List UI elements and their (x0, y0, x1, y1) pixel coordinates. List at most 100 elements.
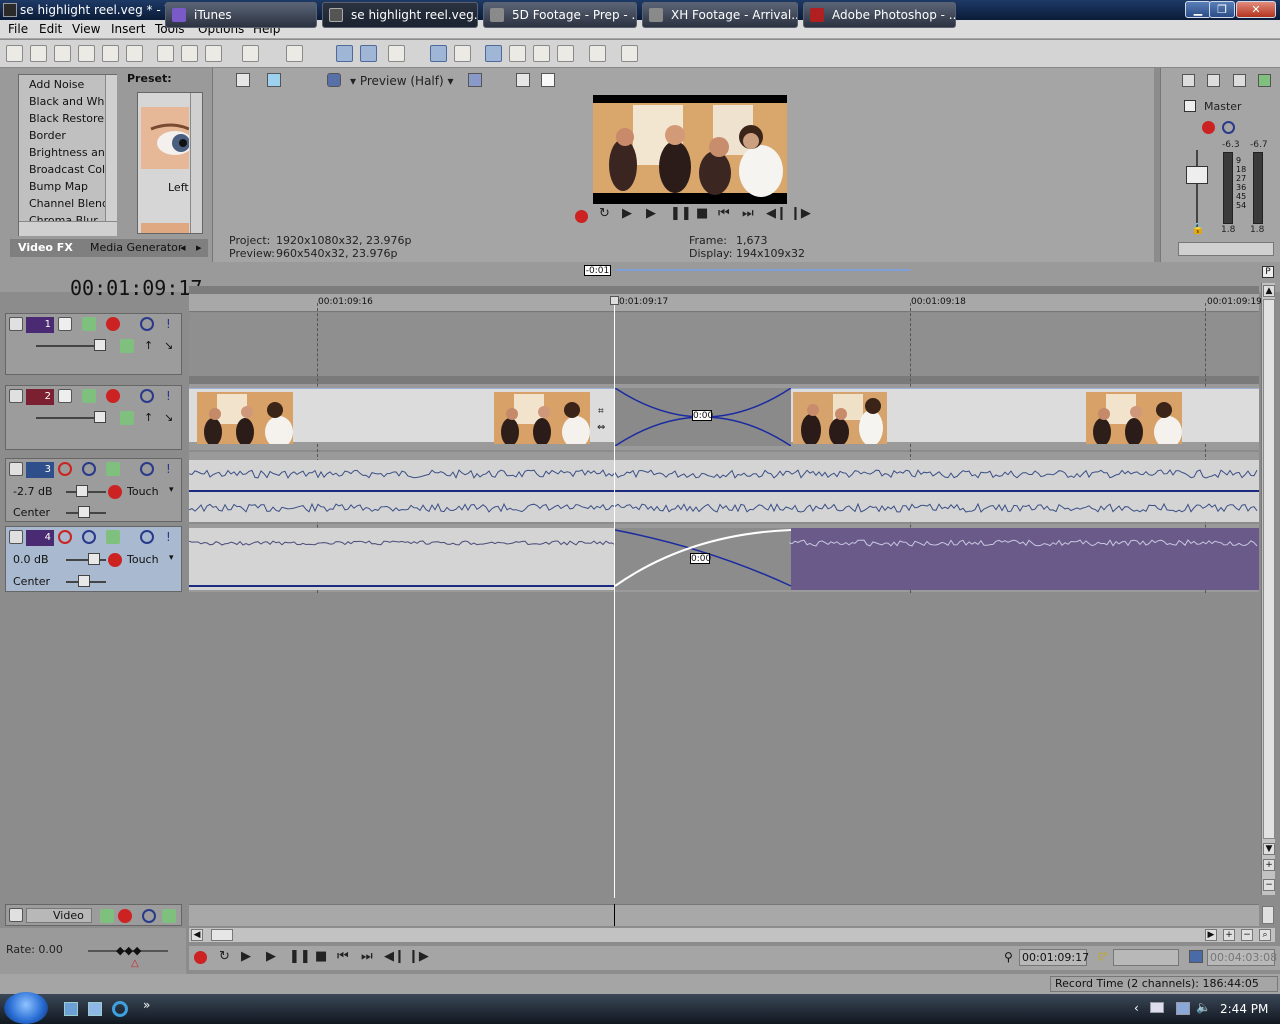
clock[interactable]: 2:44 PM (1220, 1002, 1268, 1016)
go-to-end-icon[interactable]: ⏭ (361, 949, 373, 964)
quick-launch-overflow-icon[interactable]: » (143, 998, 150, 1012)
fx-item[interactable]: Border (29, 129, 111, 142)
master-fader[interactable] (1186, 166, 1208, 184)
play-from-start-icon[interactable]: ▶ (241, 949, 251, 964)
dim-output-icon[interactable] (1233, 74, 1246, 87)
automation-mode[interactable]: Touch (127, 553, 159, 566)
fx-item[interactable]: Bump Map (29, 180, 111, 193)
make-compositing-parent-icon[interactable]: ↑ (144, 339, 158, 353)
tab-video-fx[interactable]: Video FX (18, 241, 73, 254)
scroll-left-icon[interactable]: ◀ (191, 929, 203, 941)
tab-media-generators[interactable]: Media Generators (90, 241, 182, 254)
track-fx-icon[interactable] (106, 530, 120, 544)
bus-mute-icon[interactable] (142, 909, 156, 923)
automation-dropdown-icon[interactable]: ▾ (169, 485, 174, 495)
volume-slider[interactable] (76, 485, 88, 497)
auto-ripple-icon[interactable] (336, 45, 353, 62)
save-as-icon[interactable] (78, 45, 95, 62)
go-to-start-icon[interactable]: ⏮ (337, 949, 349, 964)
close-button[interactable]: ✕ (1236, 1, 1276, 18)
menu-insert[interactable]: Insert (111, 22, 145, 36)
track-header-1[interactable]: 1 ! ↑ ↘ (5, 313, 182, 375)
loop-icon[interactable]: ↻ (599, 206, 610, 221)
preset-scrollbar[interactable] (190, 93, 202, 233)
internet-explorer-icon[interactable] (112, 1001, 128, 1017)
scroll-thumb[interactable] (1263, 299, 1275, 839)
preset-thumbnails[interactable]: Left (137, 92, 203, 234)
audio-event[interactable]: 0:00 (189, 528, 1259, 590)
track-fx-icon[interactable] (106, 389, 120, 403)
pause-icon[interactable]: ❚❚ (670, 206, 692, 221)
master-mute-icon[interactable] (1222, 121, 1235, 134)
play-icon[interactable]: ▶ (266, 949, 276, 964)
bus-insert-icon[interactable] (162, 909, 176, 923)
overlays-icon[interactable] (468, 73, 482, 87)
selection-start-field[interactable] (1113, 949, 1179, 966)
maximize-button[interactable]: ❐ (1209, 1, 1235, 18)
zoom-in-vertical-icon[interactable]: + (1263, 859, 1275, 871)
mail-icon[interactable] (1150, 1002, 1164, 1013)
preview-quality-dropdown[interactable]: ▾ Preview (Half) ▾ (350, 74, 454, 88)
lock-icon[interactable]: 🔒 (1191, 222, 1205, 235)
ignore-grouping-icon[interactable] (454, 45, 471, 62)
track-motion-icon[interactable] (82, 389, 96, 403)
rate-slider[interactable]: ◆◆◆ (116, 944, 141, 957)
track-motion-icon[interactable] (82, 317, 96, 331)
crop-icon[interactable]: ⌗ (598, 406, 604, 417)
pan-slider[interactable] (78, 575, 90, 587)
track-lane-1[interactable] (189, 313, 1259, 376)
bus-scroll-icon[interactable] (1262, 906, 1274, 924)
normal-edit-tool-icon[interactable] (485, 45, 502, 62)
scroll-down-icon[interactable]: ▼ (1263, 843, 1275, 855)
preset-thumbnail[interactable] (141, 223, 189, 233)
network-icon[interactable] (1176, 1002, 1190, 1015)
preset-thumbnail[interactable] (141, 107, 189, 169)
bus-expand-icon[interactable] (9, 908, 23, 922)
redo-icon[interactable] (286, 45, 303, 62)
invert-phase-icon[interactable] (82, 530, 96, 544)
record-icon[interactable] (194, 951, 207, 964)
scroll-right-icon[interactable]: ▶ (1205, 929, 1217, 941)
track-header-4[interactable]: 4 ! 0.0 dB Touch ▾ Center (5, 526, 182, 592)
level-slider[interactable] (94, 411, 106, 423)
time-ruler[interactable]: 00:01:09:16 0:01:09:17 00:01:09:18 00:01… (189, 294, 1262, 312)
switch-windows-icon[interactable] (88, 1002, 102, 1016)
video-bus-lane[interactable] (189, 904, 1259, 926)
level-slider[interactable] (94, 339, 106, 351)
mute-icon[interactable] (140, 462, 154, 476)
edit-details-icon[interactable] (589, 45, 606, 62)
playhead-handle[interactable] (610, 296, 619, 305)
play-from-start-icon[interactable]: ▶ (622, 206, 632, 221)
tab-scroll-left-icon[interactable]: ◂ (180, 241, 186, 254)
hscroll-thumb[interactable] (211, 929, 233, 941)
timeline-vscrollbar[interactable]: ▲ ▼ + − (1261, 283, 1275, 895)
envelope-tool-icon[interactable] (509, 45, 526, 62)
play-icon[interactable]: ▶ (646, 206, 656, 221)
invert-phase-icon[interactable] (82, 462, 96, 476)
make-compositing-parent-icon[interactable]: ↑ (144, 411, 158, 425)
menu-view[interactable]: View (72, 22, 100, 36)
insert-bus-icon[interactable] (1258, 74, 1271, 87)
track-header-2[interactable]: 2 ! ↑ ↘ (5, 385, 182, 450)
arm-record-icon[interactable] (58, 530, 72, 544)
minimize-button[interactable]: ▁ (1185, 1, 1211, 18)
arm-record-icon[interactable] (58, 462, 72, 476)
save-icon[interactable] (54, 45, 71, 62)
properties-icon[interactable] (126, 45, 143, 62)
paste-icon[interactable] (205, 45, 222, 62)
pan-slider[interactable] (78, 506, 90, 518)
playhead[interactable] (614, 298, 615, 898)
scroll-up-icon[interactable]: ▲ (1263, 285, 1275, 297)
automation-mode[interactable]: Touch (127, 485, 159, 498)
video-clips[interactable]: 0:00 ⌗ ⇔ (189, 388, 1259, 446)
record-icon[interactable] (575, 210, 588, 223)
mute-icon[interactable] (140, 317, 154, 331)
mute-icon[interactable] (140, 389, 154, 403)
make-compositing-child-icon[interactable]: ↘ (164, 339, 178, 353)
taskbar-item-itunes[interactable]: iTunes (165, 2, 317, 28)
zoom-out-vertical-icon[interactable]: − (1263, 879, 1275, 891)
menu-file[interactable]: File (8, 22, 28, 36)
start-button-icon[interactable] (4, 992, 48, 1024)
bus-fx-icon[interactable] (118, 909, 132, 923)
auto-crossfade-icon[interactable] (388, 45, 405, 62)
